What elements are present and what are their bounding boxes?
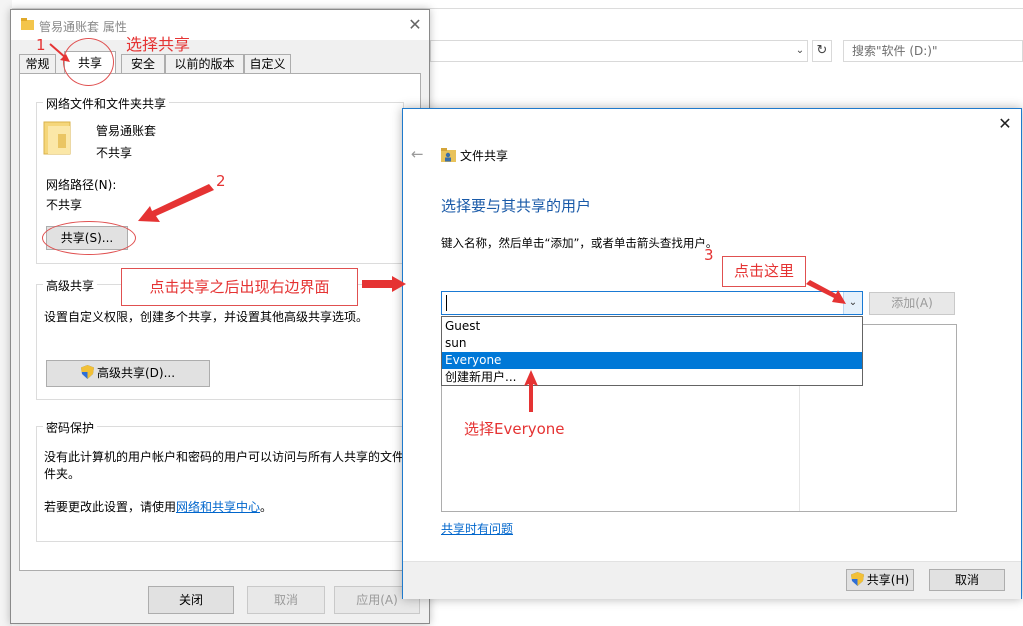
tab-previous-versions[interactable]: 以前的版本 [165, 54, 244, 73]
user-name-combobox[interactable]: ⌄ [441, 291, 863, 315]
file-sharing-title: 文件共享 [460, 149, 509, 163]
user-dropdown-list: Guest sun Everyone 创建新用户... [441, 316, 863, 386]
tab-general[interactable]: 常规 [19, 54, 56, 73]
password-description-line2: 件夹。 [44, 467, 81, 481]
refresh-icon[interactable]: ↻ [812, 40, 832, 62]
explorer-address-bar[interactable] [430, 40, 808, 62]
advanced-sharing-button[interactable]: 高级共享(D)... [46, 360, 210, 387]
close-icon[interactable]: ✕ [405, 15, 425, 35]
close-icon[interactable]: ✕ [995, 114, 1015, 134]
share-confirm-button[interactable]: 共享(H) [846, 569, 914, 591]
shield-icon [80, 365, 94, 379]
tab-highlight-ellipse [63, 38, 114, 86]
note-select-everyone: 选择Everyone [464, 420, 565, 438]
network-sharing-center-link[interactable]: 网络和共享中心 [176, 500, 260, 514]
add-button[interactable]: 添加(A) [869, 292, 955, 315]
sharing-help-link[interactable]: 共享时有问题 [441, 520, 513, 537]
share-instruction: 键入名称，然后单击“添加”，或者单击箭头查找用户。 [441, 236, 718, 250]
share-confirm-label: 共享(H) [866, 573, 910, 587]
share-dialog-footer: 共享(H) 取消 [403, 561, 1021, 599]
file-sharing-dialog: ✕ ← 文件共享 选择要与其共享的用户 键入名称，然后单击“添加”，或者单击箭头… [402, 108, 1022, 599]
share-heading: 选择要与其共享的用户 [441, 197, 592, 215]
change-suffix: 。 [260, 500, 273, 514]
explorer-top-strip [0, 0, 1023, 9]
cancel-button[interactable]: 取消 [247, 586, 325, 614]
network-path-label: 网络路径(N): [46, 178, 117, 192]
password-description-line1: 没有此计算机的用户帐户和密码的用户可以访问与所有人共享的文件 [44, 450, 405, 464]
step2-number: 2 [216, 172, 226, 190]
folder-name: 管易通账套 [96, 124, 157, 138]
folder-icon [21, 18, 34, 30]
folder-share-status: 不共享 [96, 146, 133, 160]
advanced-sharing-button-label: 高级共享(D)... [96, 366, 176, 380]
close-button[interactable]: 关闭 [148, 586, 234, 614]
network-sharing-title: 网络文件和文件夹共享 [43, 95, 170, 112]
chevron-down-icon[interactable]: ⌄ [843, 292, 862, 314]
network-path-value: 不共享 [46, 198, 83, 212]
password-change-text: 若要更改此设置，请使用网络和共享中心。 [44, 498, 272, 515]
dropdown-item-sun[interactable]: sun [442, 335, 862, 352]
step1-number: 1 [36, 36, 46, 54]
password-protection-title: 密码保护 [43, 419, 98, 436]
note-click-here: 点击这里 [722, 256, 806, 287]
note-center: 点击共享之后出现右边界面 [121, 268, 358, 306]
dropdown-item-guest[interactable]: Guest [442, 318, 862, 335]
text-caret [446, 295, 447, 311]
advanced-sharing-title: 高级共享 [43, 277, 98, 294]
explorer-search-input[interactable]: 搜索"软件 (D:)" [843, 40, 1023, 62]
password-protection-group: 密码保护 [36, 419, 404, 542]
properties-title: 管易通账套 属性 [39, 20, 127, 34]
step1-label: 选择共享 [126, 35, 191, 54]
tab-custom[interactable]: 自定义 [244, 54, 291, 73]
advanced-sharing-description: 设置自定义权限，创建多个共享，并设置其他高级共享选项。 [44, 310, 369, 324]
change-prefix: 若要更改此设置，请使用 [44, 500, 177, 514]
tab-security[interactable]: 安全 [121, 54, 165, 73]
back-arrow-icon[interactable]: ← [411, 145, 424, 163]
share-button-highlight-ellipse [42, 221, 136, 255]
dropdown-item-create-user[interactable]: 创建新用户... [442, 369, 862, 386]
folder-large-icon [43, 121, 71, 155]
shield-icon [850, 572, 864, 586]
dropdown-item-everyone[interactable]: Everyone [442, 352, 862, 369]
chevron-down-icon[interactable]: ⌄ [792, 41, 808, 61]
file-sharing-icon [441, 148, 456, 162]
step3-number: 3 [704, 246, 714, 264]
share-cancel-button[interactable]: 取消 [929, 569, 1005, 591]
